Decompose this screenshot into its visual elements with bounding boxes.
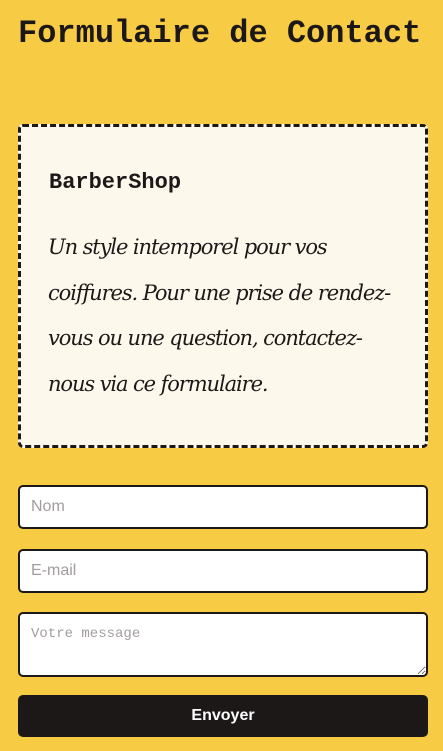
submit-button[interactable]: Envoyer [18,695,428,737]
name-input[interactable] [18,485,428,529]
page-title: Formulaire de Contact [18,15,422,52]
info-card: BarberShop Un style intemporel pour vos … [18,124,428,448]
intro-text: Un style intemporel pour vos coiffures. … [48,235,391,396]
email-input[interactable] [18,549,428,593]
message-textarea[interactable] [18,612,428,677]
brand-name: BarberShop [49,170,182,195]
